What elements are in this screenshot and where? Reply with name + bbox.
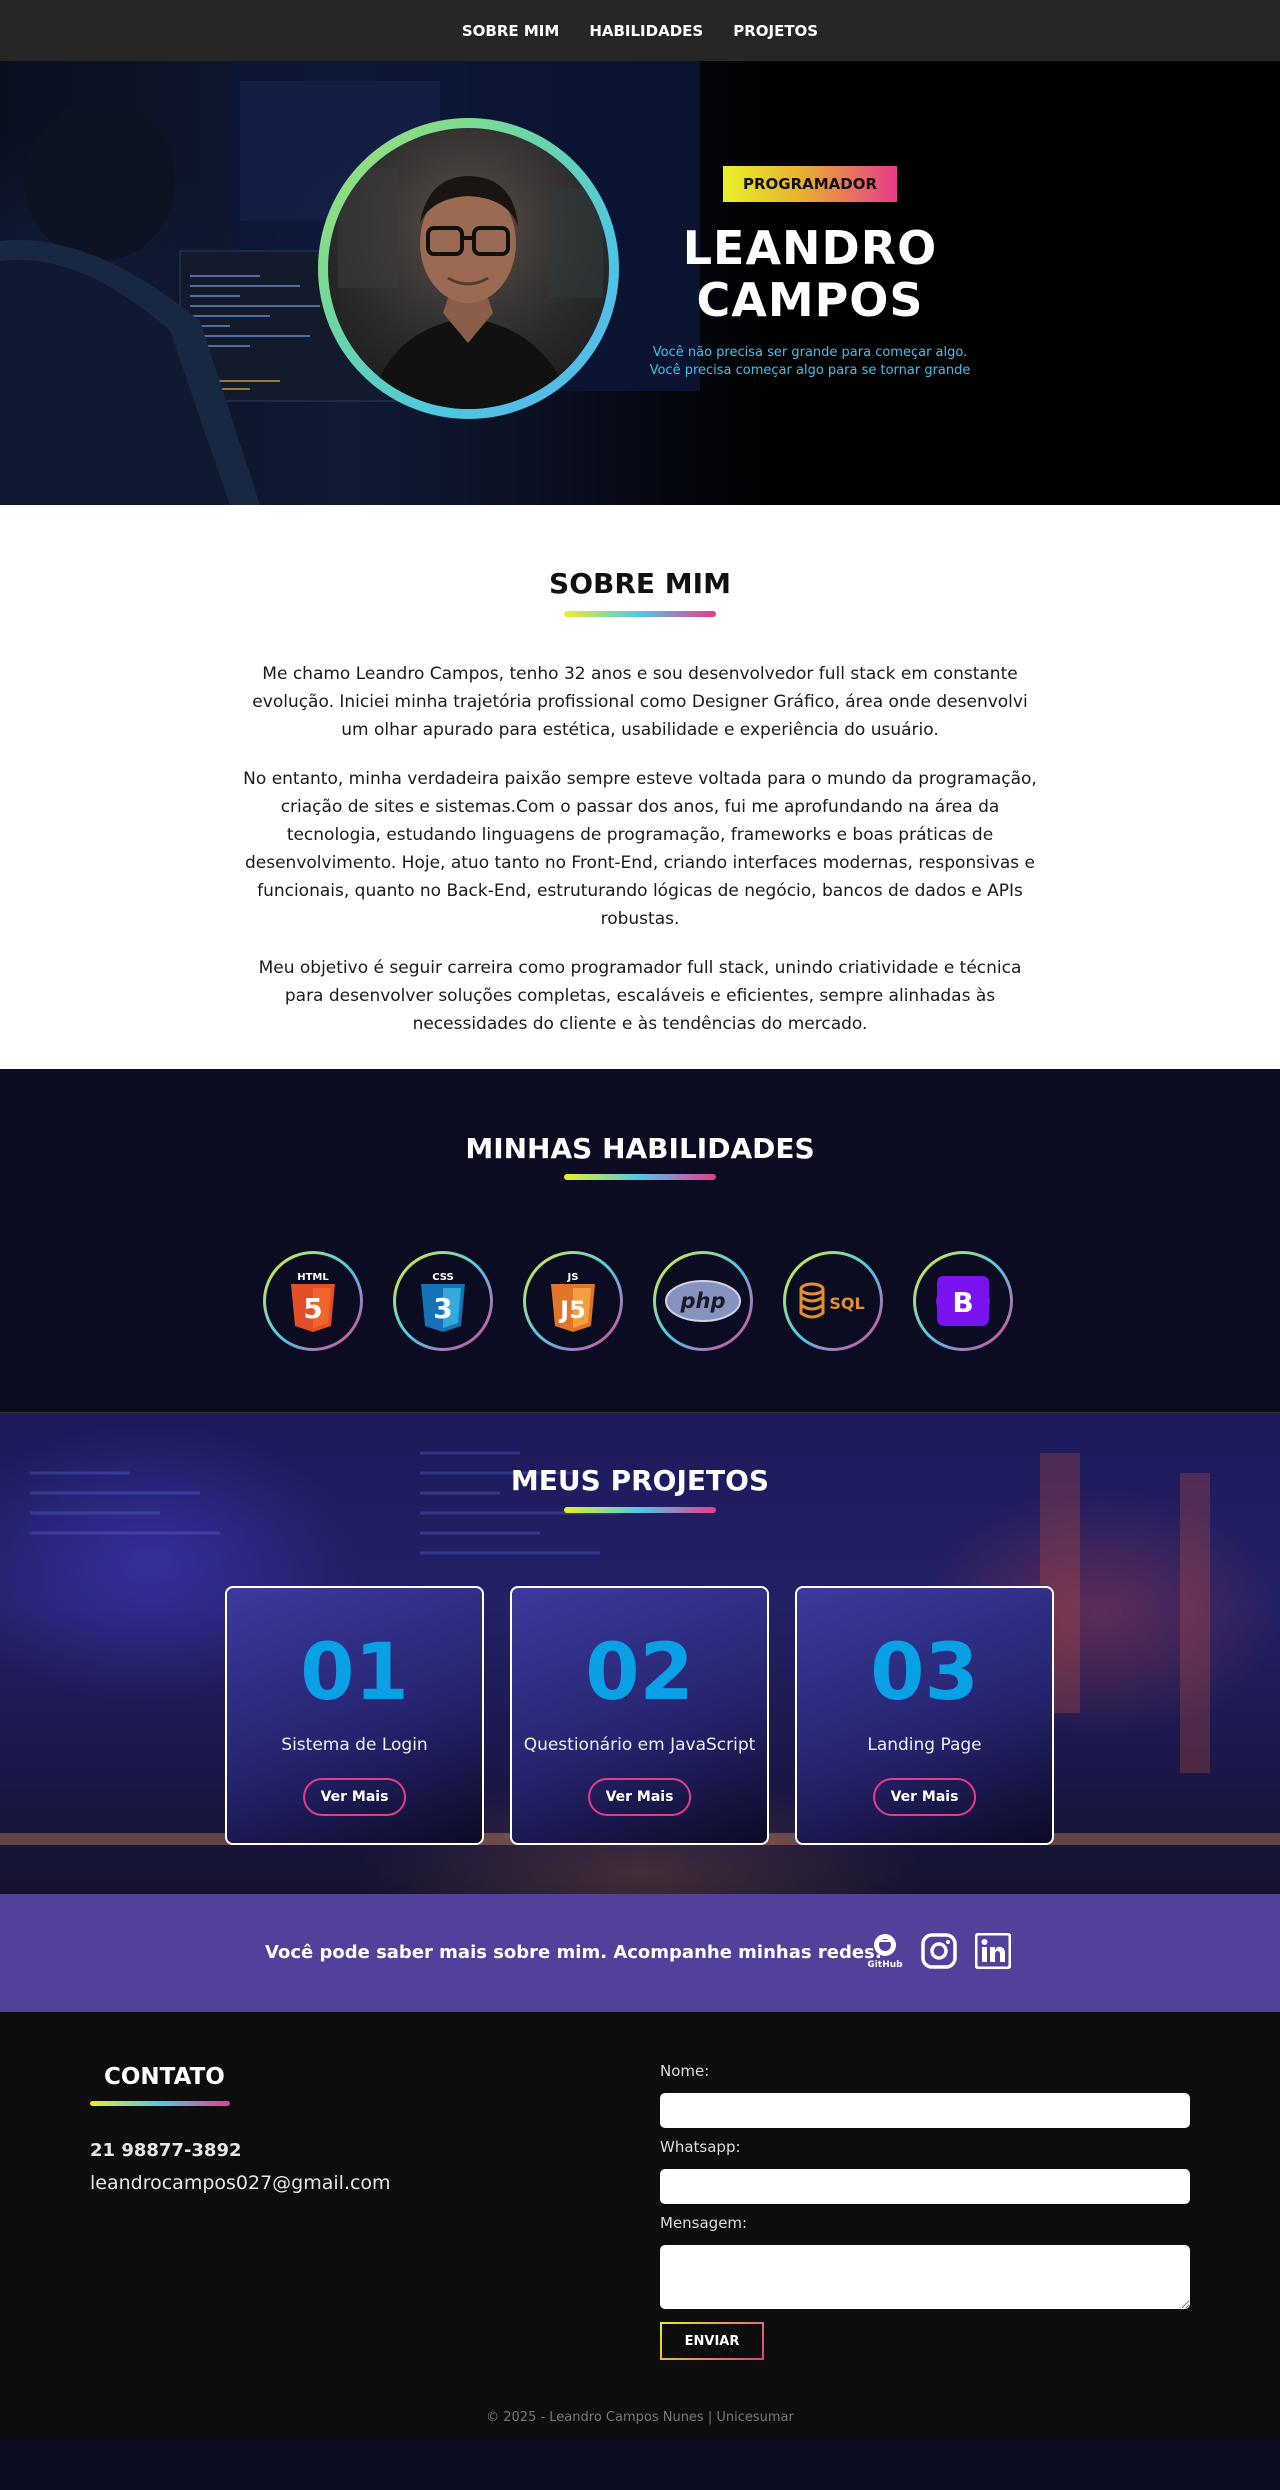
php-icon: php bbox=[665, 1280, 741, 1322]
skill-bootstrap: B bbox=[913, 1251, 1013, 1351]
hero-quote-line2: Você precisa começar algo para se tornar… bbox=[649, 363, 971, 378]
send-button[interactable]: ENVIAR bbox=[660, 2322, 764, 2360]
svg-text:CSS: CSS bbox=[432, 1272, 453, 1283]
about-title: SOBRE MIM bbox=[549, 567, 731, 600]
svg-text:GitHub: GitHub bbox=[867, 1960, 903, 1970]
skills-list: HTML 5 CSS 3 JS J5 php SQL B bbox=[263, 1251, 1013, 1351]
projects-title-underline bbox=[564, 1507, 716, 1513]
ver-mais-button[interactable]: Ver Mais bbox=[302, 1778, 407, 1816]
name-label: Nome: bbox=[660, 2062, 710, 2080]
project-card-3: 03 Landing Page Ver Mais bbox=[795, 1586, 1054, 1845]
svg-text:php: php bbox=[679, 1289, 725, 1313]
hero-name: LEANDRO CAMPOS bbox=[620, 222, 1000, 326]
project-number: 01 bbox=[300, 1628, 409, 1718]
ver-mais-button[interactable]: Ver Mais bbox=[872, 1778, 977, 1816]
project-number: 03 bbox=[870, 1628, 979, 1718]
about-text: Me chamo Leandro Campos, tenho 32 anos e… bbox=[240, 660, 1040, 1059]
linkedin-icon[interactable] bbox=[975, 1933, 1011, 1969]
copyright: © 2025 - Leandro Campos Nunes | Unicesum… bbox=[486, 2410, 794, 2425]
message-label: Mensagem: bbox=[660, 2214, 748, 2232]
hero-name-line2: CAMPOS bbox=[696, 273, 924, 327]
css3-icon: CSS 3 bbox=[421, 1272, 465, 1332]
social-band: Você pode saber mais sobre mim. Acompanh… bbox=[0, 1894, 1280, 2012]
skill-php: php bbox=[653, 1251, 753, 1351]
svg-text:JS: JS bbox=[567, 1272, 579, 1283]
projects-title: MEUS PROJETOS bbox=[510, 1464, 770, 1497]
ver-mais-button[interactable]: Ver Mais bbox=[587, 1778, 692, 1816]
about-title-underline bbox=[564, 611, 716, 617]
about-section: SOBRE MIM Me chamo Leandro Campos, tenho… bbox=[0, 505, 1280, 1069]
hero-name-line1: LEANDRO bbox=[682, 221, 938, 275]
project-name: Questionário em JavaScript bbox=[523, 1735, 756, 1755]
profile-photo-ring bbox=[318, 118, 619, 419]
skills-title-underline bbox=[564, 1174, 716, 1180]
project-number: 02 bbox=[585, 1628, 694, 1718]
instagram-icon[interactable] bbox=[921, 1933, 957, 1969]
skills-section: MINHAS HABILIDADES HTML 5 CSS 3 JS J5 ph… bbox=[0, 1069, 1280, 1412]
svg-text:B: B bbox=[952, 1286, 973, 1319]
project-name: Landing Page bbox=[867, 1735, 982, 1755]
hero-quote: Você não precisa ser grande para começar… bbox=[620, 344, 1000, 380]
skill-css: CSS 3 bbox=[393, 1251, 493, 1351]
html5-icon: HTML 5 bbox=[291, 1272, 335, 1332]
message-textarea[interactable] bbox=[660, 2245, 1190, 2309]
contact-title: CONTATO bbox=[104, 2064, 225, 2090]
bootstrap-icon: B bbox=[936, 1276, 990, 1326]
svg-text:HTML: HTML bbox=[297, 1272, 329, 1283]
nav-habilidades[interactable]: HABILIDADES bbox=[589, 22, 703, 40]
contact-title-underline bbox=[90, 2101, 230, 2106]
role-badge: PROGRAMADOR bbox=[722, 166, 898, 202]
nav-projetos[interactable]: PROJETOS bbox=[733, 22, 818, 40]
bottom-band bbox=[0, 2439, 1280, 2490]
skills-title: MINHAS HABILIDADES bbox=[465, 1132, 815, 1165]
about-paragraph-1: Me chamo Leandro Campos, tenho 32 anos e… bbox=[252, 664, 1028, 740]
contact-phone: 21 98877-3892 bbox=[90, 2140, 242, 2161]
nav-sobre-mim[interactable]: SOBRE MIM bbox=[462, 22, 559, 40]
top-nav: SOBRE MIM HABILIDADES PROJETOS bbox=[0, 0, 1280, 61]
social-icons: GitHub bbox=[867, 1932, 1011, 1970]
social-text: Você pode saber mais sobre mim. Acompanh… bbox=[265, 1942, 882, 1963]
svg-text:J5: J5 bbox=[558, 1296, 586, 1324]
project-name: Sistema de Login bbox=[281, 1735, 428, 1755]
svg-text:3: 3 bbox=[433, 1292, 452, 1325]
hero-text: PROGRAMADOR LEANDRO CAMPOS Você não prec… bbox=[620, 166, 1000, 380]
js-icon: JS J5 bbox=[551, 1272, 595, 1332]
skill-sql: SQL bbox=[783, 1251, 883, 1351]
svg-text:SQL: SQL bbox=[829, 1294, 864, 1313]
sql-icon: SQL bbox=[799, 1282, 865, 1319]
name-input[interactable] bbox=[660, 2093, 1190, 2128]
projects-section: MEUS PROJETOS 01 Sistema de Login Ver Ma… bbox=[0, 1412, 1280, 1894]
hero-section: PROGRAMADOR LEANDRO CAMPOS Você não prec… bbox=[0, 61, 1280, 505]
svg-text:5: 5 bbox=[303, 1292, 322, 1325]
whatsapp-input[interactable] bbox=[660, 2169, 1190, 2204]
whatsapp-label: Whatsapp: bbox=[660, 2138, 741, 2156]
hero-quote-line1: Você não precisa ser grande para começar… bbox=[652, 345, 968, 360]
skill-js: JS J5 bbox=[523, 1251, 623, 1351]
project-card-2: 02 Questionário em JavaScript Ver Mais bbox=[510, 1586, 769, 1845]
about-paragraph-2: No entanto, minha verdadeira paixão semp… bbox=[243, 769, 1037, 929]
project-cards: 01 Sistema de Login Ver Mais 02 Question… bbox=[225, 1586, 1054, 1845]
contact-section: CONTATO 21 98877-3892 leandrocampos027@g… bbox=[0, 2012, 1280, 2439]
contact-email[interactable]: leandrocampos027@gmail.com bbox=[90, 2172, 391, 2194]
project-card-1: 01 Sistema de Login Ver Mais bbox=[225, 1586, 484, 1845]
profile-photo bbox=[328, 128, 609, 409]
about-paragraph-3: Meu objetivo é seguir carreira como prog… bbox=[258, 958, 1022, 1034]
github-icon[interactable]: GitHub bbox=[867, 1932, 903, 1970]
skill-html: HTML 5 bbox=[263, 1251, 363, 1351]
